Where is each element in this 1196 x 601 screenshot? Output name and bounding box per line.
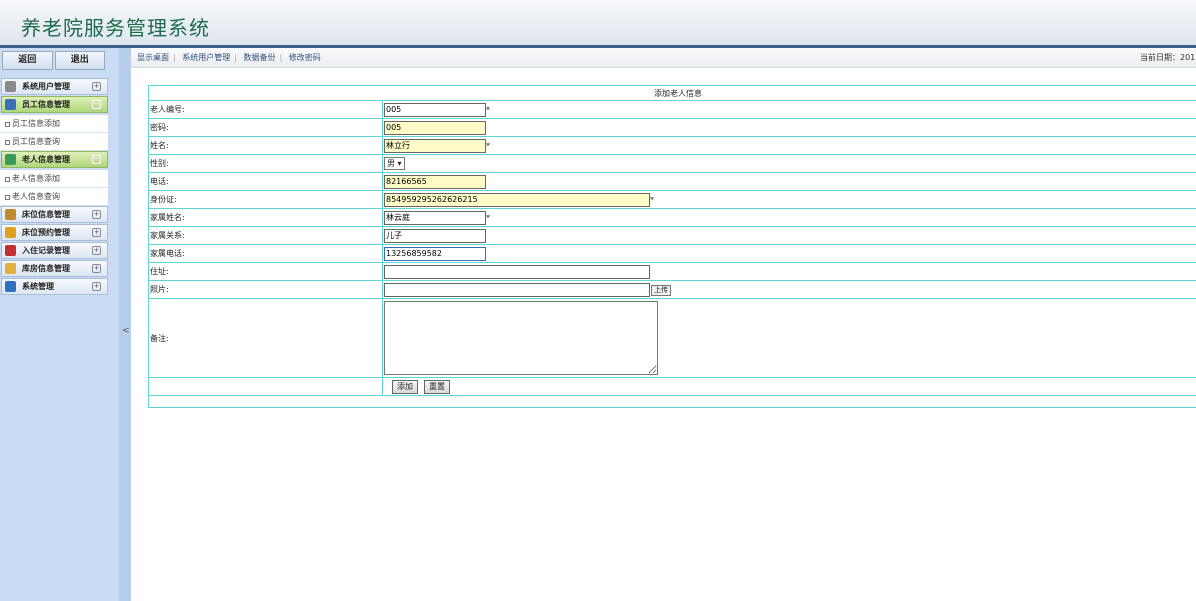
collapse-icon[interactable]: −	[92, 155, 101, 164]
family-phone-label: 家属电话:	[148, 244, 383, 263]
sidebar-subitem[interactable]: 老人信息添加	[0, 170, 108, 188]
expand-icon[interactable]: +	[92, 228, 101, 237]
sidebar-subitem-label: 老人信息添加	[12, 174, 60, 183]
family-relation-label: 家属关系:	[148, 226, 383, 245]
sidebar-menu-label: 系统用户管理	[22, 82, 70, 91]
required-mark: *	[650, 195, 654, 204]
sidebar-subitem-label: 员工信息查询	[12, 137, 60, 146]
expand-icon[interactable]: +	[92, 82, 101, 91]
sidebar-menu-4[interactable]: 床位预约管理 +	[1, 224, 108, 241]
sidebar-subitem[interactable]: 员工信息查询	[0, 133, 108, 151]
sidebar-menu-0[interactable]: 系统用户管理 +	[1, 78, 108, 95]
menu-icon	[5, 154, 16, 165]
sidebar-menu-label: 床位预约管理	[22, 228, 70, 237]
nav-data-backup[interactable]: 数据备份	[244, 53, 276, 62]
nav-change-password[interactable]: 修改密码	[289, 53, 321, 62]
buttons-label-cell	[148, 377, 383, 396]
address-input[interactable]	[384, 264, 650, 279]
form-caption: 添加老人信息	[148, 85, 1196, 101]
sidebar-menu-label: 员工信息管理	[22, 100, 70, 109]
nav-show-desktop[interactable]: 显示桌面	[137, 53, 169, 62]
sidebar-subitem-label: 老人信息查询	[12, 192, 60, 201]
sidebar-menu-3[interactable]: 床位信息管理 +	[1, 206, 108, 223]
sidebar-top-buttons: 返回 退出	[2, 51, 107, 70]
family-phone-input[interactable]	[384, 246, 486, 261]
menu-icon	[5, 81, 16, 92]
gender-label: 性别:	[148, 154, 383, 173]
phone-input[interactable]	[384, 174, 486, 189]
id-card-label: 身份证:	[148, 190, 383, 209]
phone-label: 电话:	[148, 172, 383, 191]
sidebar-menu-5[interactable]: 入住记录管理 +	[1, 242, 108, 259]
bullet-icon	[5, 140, 10, 145]
sidebar-subitem-label: 员工信息添加	[12, 119, 60, 128]
add-button[interactable]: 添加	[392, 379, 418, 394]
family-name-label: 家属姓名:	[148, 208, 383, 227]
elder-id-label: 老人编号:	[148, 100, 383, 119]
gender-select[interactable]: 男 ▾	[384, 157, 405, 170]
family-name-input[interactable]	[384, 210, 486, 225]
dropdown-arrow-icon: ▾	[397, 159, 402, 168]
app-header: 养老院服务管理系统	[0, 0, 1196, 48]
sidebar: 返回 退出 系统用户管理 + 员工信息管理 − 员工信息添加 员工信息查询 老人信息管理 − 老…	[0, 48, 119, 601]
expand-icon[interactable]: +	[92, 282, 101, 291]
collapse-arrow-icon[interactable]: <	[122, 326, 130, 336]
photo-label: 照片:	[148, 280, 383, 299]
password-input[interactable]	[384, 120, 486, 135]
sidebar-subitem[interactable]: 老人信息查询	[0, 188, 108, 206]
sidebar-menu-label: 库房信息管理	[22, 264, 70, 273]
menu-icon	[5, 245, 16, 256]
menu-icon	[5, 99, 16, 110]
sidebar-menu-label: 床位信息管理	[22, 210, 70, 219]
remark-textarea[interactable]	[384, 301, 658, 375]
menu-icon	[5, 281, 16, 292]
current-date: 当前日期：2017	[1140, 53, 1196, 62]
menu-icon	[5, 227, 16, 238]
add-elder-form: 添加老人信息 老人编号: * 密码: 姓名: * 性别: 男 ▾ 电话: 身份证…	[148, 85, 1196, 408]
required-mark: *	[486, 105, 490, 114]
sidebar-subitem[interactable]: 员工信息添加	[0, 115, 108, 133]
sidebar-collapse-bar[interactable]: <	[119, 48, 131, 601]
remark-label: 备注:	[148, 298, 383, 378]
sidebar-menu-2[interactable]: 老人信息管理 −	[1, 151, 108, 168]
bullet-icon	[5, 122, 10, 127]
bullet-icon	[5, 195, 10, 200]
form-footer	[148, 395, 1196, 408]
app-title: 养老院服务管理系统	[21, 16, 210, 40]
family-relation-input[interactable]	[384, 228, 486, 243]
top-nav: 显示桌面 | 系统用户管理 | 数据备份 | 修改密码 当前日期：2017	[131, 48, 1196, 68]
expand-icon[interactable]: +	[92, 246, 101, 255]
required-mark: *	[486, 213, 490, 222]
menu-icon	[5, 209, 16, 220]
sidebar-menu-7[interactable]: 系统管理 +	[1, 278, 108, 295]
sidebar-menu-label: 老人信息管理	[22, 155, 70, 164]
name-input[interactable]	[384, 138, 486, 153]
bullet-icon	[5, 177, 10, 182]
menu-icon	[5, 263, 16, 274]
sidebar-menu-1[interactable]: 员工信息管理 −	[1, 96, 108, 113]
logout-button[interactable]: 退出	[54, 51, 105, 70]
address-label: 住址:	[148, 262, 383, 281]
gender-value: 男	[387, 159, 395, 168]
back-button[interactable]: 返回	[2, 51, 53, 70]
reset-button[interactable]: 重置	[424, 379, 450, 394]
sidebar-menu-label: 系统管理	[22, 282, 54, 291]
id-card-input[interactable]	[384, 192, 650, 207]
photo-input[interactable]	[384, 282, 650, 297]
elder-id-input[interactable]	[384, 102, 486, 117]
nav-system-users[interactable]: 系统用户管理	[182, 53, 230, 62]
required-mark: *	[486, 141, 490, 150]
sidebar-menu-6[interactable]: 库房信息管理 +	[1, 260, 108, 277]
upload-button[interactable]: 上传	[651, 285, 671, 296]
sidebar-menu-label: 入住记录管理	[22, 246, 70, 255]
name-label: 姓名:	[148, 136, 383, 155]
password-label: 密码:	[148, 118, 383, 137]
expand-icon[interactable]: +	[92, 264, 101, 273]
expand-icon[interactable]: +	[92, 210, 101, 219]
collapse-icon[interactable]: −	[92, 100, 101, 109]
